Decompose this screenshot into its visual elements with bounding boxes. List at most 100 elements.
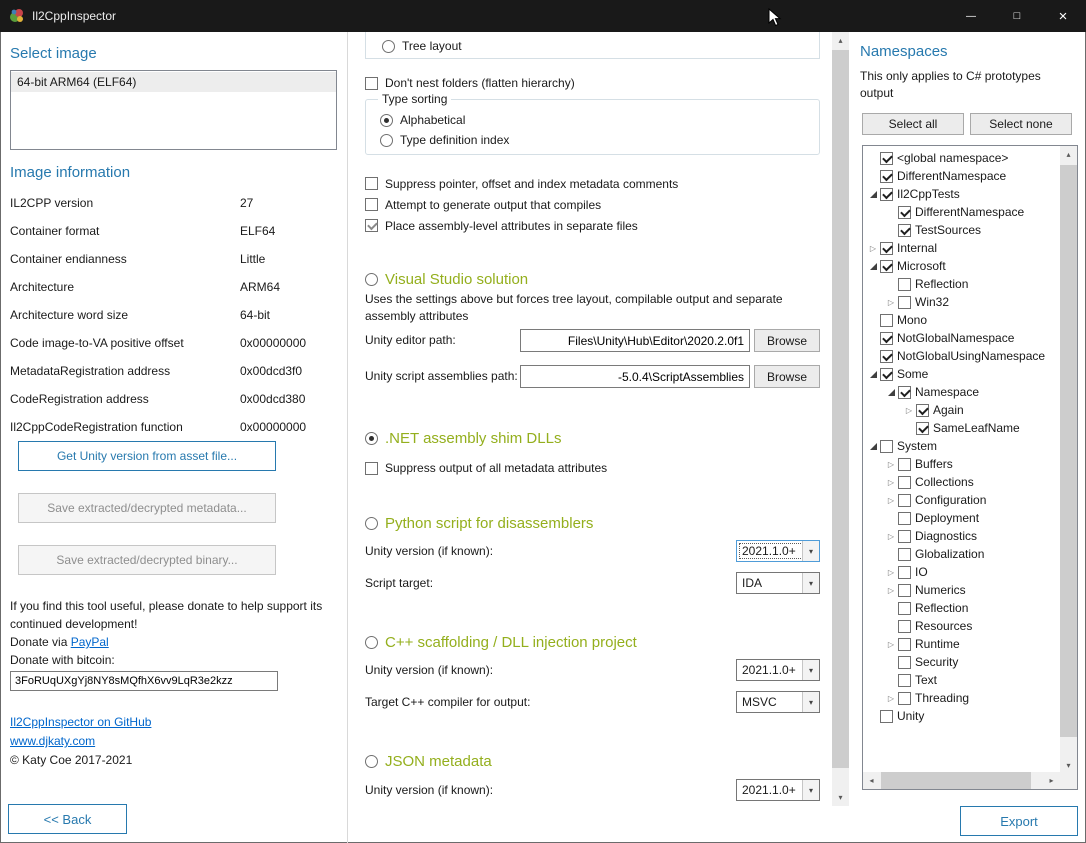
tree-item[interactable]: ▷Configuration: [866, 491, 1060, 509]
tree-item[interactable]: Resources: [866, 617, 1060, 635]
github-link[interactable]: Il2CppInspector on GitHub: [10, 715, 151, 729]
tree-item[interactable]: TestSources: [866, 221, 1060, 239]
namespace-label[interactable]: Numerics: [915, 583, 966, 597]
namespace-checkbox[interactable]: [898, 476, 911, 489]
tree-item[interactable]: ▷Numerics: [866, 581, 1060, 599]
radio-icon[interactable]: [380, 114, 393, 127]
namespace-label[interactable]: Unity: [897, 709, 924, 723]
tree-item[interactable]: DifferentNamespace: [866, 203, 1060, 221]
radio-icon[interactable]: [382, 40, 395, 53]
scrollbar-thumb[interactable]: [1060, 165, 1077, 737]
export-button[interactable]: Export: [960, 806, 1078, 836]
namespace-checkbox[interactable]: [916, 422, 929, 435]
section-title[interactable]: Python script for disassemblers: [385, 515, 593, 532]
namespace-checkbox[interactable]: [898, 494, 911, 507]
json-metadata-option[interactable]: JSON metadata: [365, 751, 820, 771]
chevron-down-icon[interactable]: ▾: [802, 780, 819, 800]
back-button[interactable]: << Back: [8, 804, 127, 834]
namespace-label[interactable]: NotGlobalUsingNamespace: [897, 349, 1045, 363]
radio-icon[interactable]: [365, 273, 378, 286]
tree-item[interactable]: Microsoft: [866, 257, 1060, 275]
website-link[interactable]: www.djkaty.com: [10, 734, 95, 748]
scroll-up-icon[interactable]: ▴: [1060, 146, 1077, 163]
namespace-label[interactable]: TestSources: [915, 223, 981, 237]
tree-item[interactable]: NotGlobalNamespace: [866, 329, 1060, 347]
tree-item[interactable]: Unity: [866, 707, 1060, 725]
suppress-metadata-attributes-checkbox-row[interactable]: Suppress output of all metadata attribut…: [365, 458, 820, 478]
tree-item[interactable]: SameLeafName: [866, 419, 1060, 437]
namespace-label[interactable]: Win32: [915, 295, 949, 309]
namespace-checkbox[interactable]: [880, 242, 893, 255]
tree-item[interactable]: ▷IO: [866, 563, 1060, 581]
expand-arrow-icon[interactable]: ▷: [884, 691, 898, 705]
chevron-down-icon[interactable]: ▾: [802, 660, 819, 680]
namespace-checkbox[interactable]: [898, 512, 911, 525]
cpp-compiler-dropdown[interactable]: MSVC ▾: [736, 691, 820, 713]
collapse-arrow-icon[interactable]: [866, 367, 880, 381]
expand-arrow-icon[interactable]: ▷: [884, 637, 898, 651]
namespace-checkbox[interactable]: [898, 296, 911, 309]
python-script-option[interactable]: Python script for disassemblers: [365, 513, 820, 533]
namespace-checkbox[interactable]: [898, 638, 911, 651]
minimize-button[interactable]: —: [948, 0, 994, 32]
radio-label[interactable]: Alphabetical: [400, 113, 465, 127]
namespace-checkbox[interactable]: [880, 314, 893, 327]
option-checkbox-row[interactable]: Place assembly-level attributes in separ…: [365, 215, 820, 236]
tree-item[interactable]: ▷Again: [866, 401, 1060, 419]
get-unity-version-button[interactable]: Get Unity version from asset file...: [18, 441, 276, 471]
python-unity-version-dropdown[interactable]: 2021.1.0+ ▾: [736, 540, 820, 562]
checkbox-icon[interactable]: [365, 177, 378, 190]
option-checkbox-row[interactable]: Suppress pointer, offset and index metad…: [365, 173, 820, 194]
tree-item[interactable]: Il2CppTests: [866, 185, 1060, 203]
namespace-label[interactable]: IO: [915, 565, 928, 579]
radio-icon[interactable]: [365, 517, 378, 530]
option-checkbox-row[interactable]: Attempt to generate output that compiles: [365, 194, 820, 215]
checkbox-label[interactable]: Suppress output of all metadata attribut…: [385, 461, 607, 475]
section-title[interactable]: Visual Studio solution: [385, 271, 528, 288]
namespace-label[interactable]: <global namespace>: [897, 151, 1008, 165]
namespace-label[interactable]: Collections: [915, 475, 974, 489]
namespace-checkbox[interactable]: [898, 584, 911, 597]
namespace-checkbox[interactable]: [898, 620, 911, 633]
tree-item[interactable]: ▷Threading: [866, 689, 1060, 707]
type-sorting-option[interactable]: Type definition index: [380, 130, 819, 150]
browse-editor-path-button[interactable]: Browse: [754, 329, 820, 352]
list-item[interactable]: 64-bit ARM64 (ELF64): [11, 72, 336, 92]
namespace-checkbox[interactable]: [898, 602, 911, 615]
namespace-label[interactable]: DifferentNamespace: [915, 205, 1024, 219]
radio-icon[interactable]: [365, 755, 378, 768]
namespace-label[interactable]: Internal: [897, 241, 937, 255]
checkbox-label[interactable]: Attempt to generate output that compiles: [385, 198, 601, 212]
expand-arrow-icon[interactable]: ▷: [884, 475, 898, 489]
tree-item[interactable]: System: [866, 437, 1060, 455]
namespace-label[interactable]: Buffers: [915, 457, 953, 471]
tree-item[interactable]: NotGlobalUsingNamespace: [866, 347, 1060, 365]
cpp-project-option[interactable]: C++ scaffolding / DLL injection project: [365, 632, 820, 652]
checkbox-icon[interactable]: [365, 77, 378, 90]
scroll-up-icon[interactable]: ▴: [832, 32, 849, 49]
namespace-checkbox[interactable]: [898, 224, 911, 237]
visual-studio-option[interactable]: Visual Studio solution: [365, 269, 820, 289]
maximize-button[interactable]: □: [994, 0, 1040, 32]
namespace-label[interactable]: Runtime: [915, 637, 960, 651]
select-none-button[interactable]: Select none: [970, 113, 1072, 135]
namespace-label[interactable]: Globalization: [915, 547, 984, 561]
radio-icon[interactable]: [365, 432, 378, 445]
expand-arrow-icon[interactable]: ▷: [884, 493, 898, 507]
script-target-dropdown[interactable]: IDA ▾: [736, 572, 820, 594]
namespace-checkbox[interactable]: [916, 404, 929, 417]
flatten-hierarchy-checkbox-row[interactable]: Don't nest folders (flatten hierarchy): [365, 73, 820, 93]
namespace-label[interactable]: Mono: [897, 313, 927, 327]
namespace-label[interactable]: Reflection: [915, 601, 968, 615]
options-scrollbar[interactable]: ▴ ▾: [832, 32, 849, 806]
section-title[interactable]: JSON metadata: [385, 753, 492, 770]
namespace-label[interactable]: Il2CppTests: [897, 187, 960, 201]
namespace-checkbox[interactable]: [880, 710, 893, 723]
select-all-button[interactable]: Select all: [862, 113, 964, 135]
namespace-checkbox[interactable]: [898, 656, 911, 669]
namespace-checkbox[interactable]: [880, 152, 893, 165]
namespace-label[interactable]: Microsoft: [897, 259, 946, 273]
namespace-checkbox[interactable]: [880, 440, 893, 453]
checkbox-icon[interactable]: [365, 219, 378, 232]
tree-item[interactable]: Globalization: [866, 545, 1060, 563]
